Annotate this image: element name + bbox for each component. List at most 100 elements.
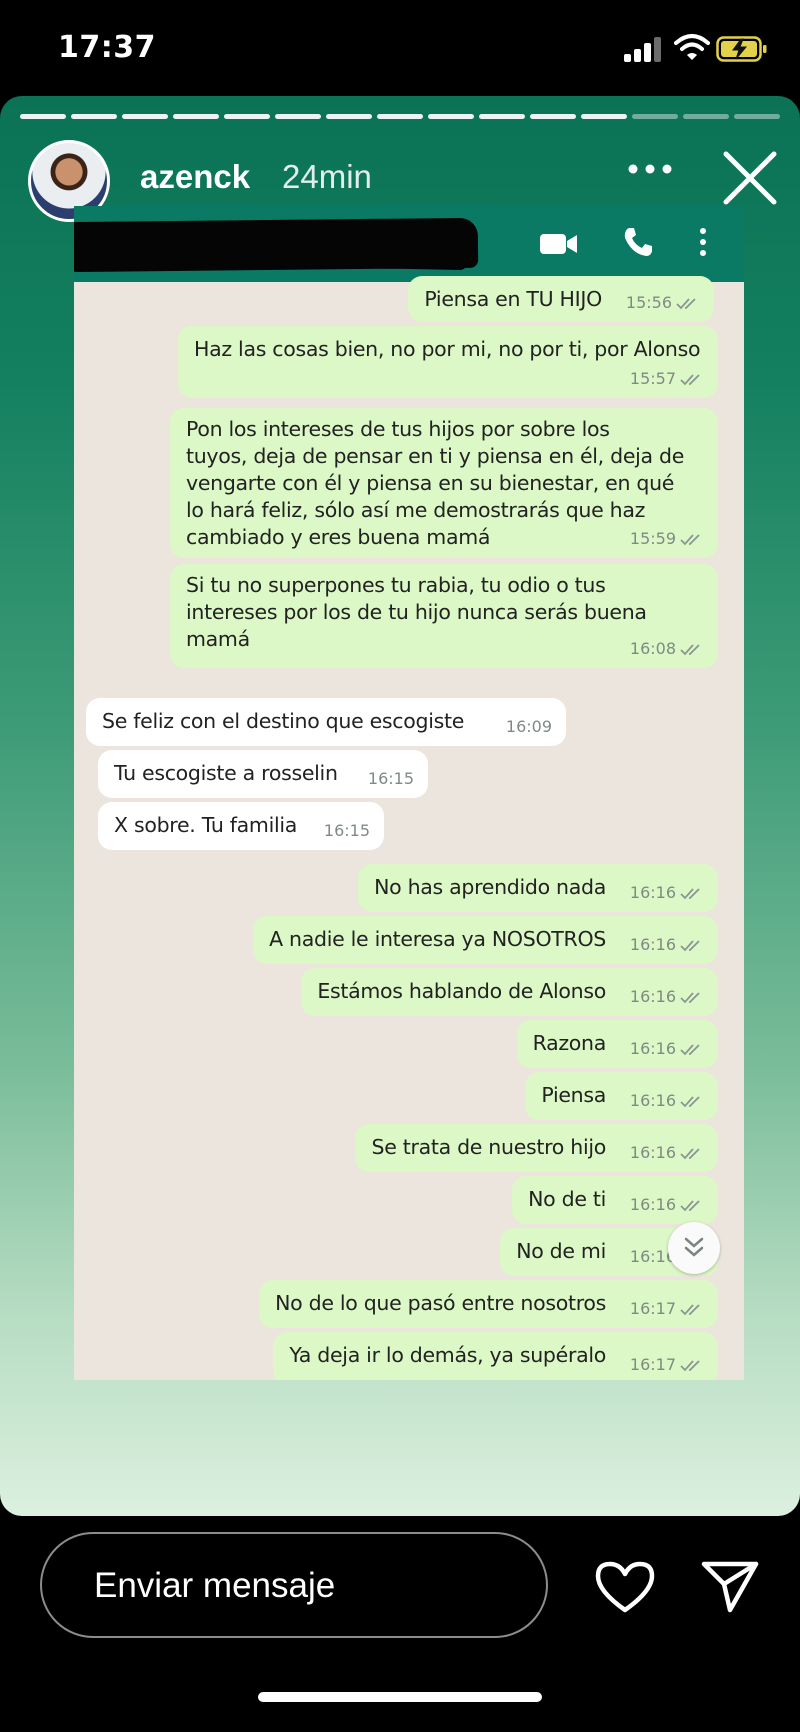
message-line: mamá [186,627,250,651]
sent-message-bubble: Se trata de nuestro hijo 16:16 [355,1124,718,1172]
read-ticks-icon [676,1091,704,1110]
story-progress-segment [122,114,168,119]
message-text: Si tu no superpones tu rabia, tu odio o … [186,572,704,653]
message-text: A nadie le interesa ya NOSOTROS [269,927,606,951]
message-timestamp: 16:09 [506,713,552,740]
heart-icon[interactable] [594,1560,656,1614]
sent-message-bubble: Si tu no superpones tu rabia, tu odio o … [170,564,718,668]
message-timestamp: 15:59 [630,525,704,552]
video-call-icon [540,234,577,254]
received-message-bubble: Se feliz con el destino que escogiste 16:… [86,698,566,746]
story-progress-segment [530,114,576,119]
battery-charging-icon [716,36,767,62]
story-progress-segment [173,114,219,119]
sent-message-bubble: Razona 16:16 [516,1020,718,1068]
story-progress-segment [20,114,66,119]
read-ticks-icon [676,1039,704,1058]
chat-screenshot: Piensa en TU HIJO 15:56 Haz las cosas bien… [74,206,744,1380]
phone-call-icon [624,228,652,256]
close-icon[interactable] [722,150,778,206]
message-text: Piensa [541,1083,606,1107]
message-time: 16:15 [367,769,414,788]
message-time: 16:16 [629,1195,676,1214]
sent-message-bubble: Pon los intereses de tus hijos por sobre… [170,408,718,558]
more-options-icon[interactable] [628,164,672,174]
message-timestamp: 15:56 [626,289,700,316]
kebab-menu-icon [700,228,708,260]
read-ticks-icon [676,1299,704,1318]
message-line: cambiado y eres buena mamá [186,525,491,549]
story-progress-segment [632,114,678,119]
message-list: Piensa en TU HIJO 15:56 Haz las cosas bien… [74,276,744,1380]
message-text: Ya deja ir lo demás, ya supéralo [289,1343,606,1367]
message-text: Pon los intereses de tus hijos por sobre… [186,416,704,551]
message-timestamp: 16:15 [324,817,370,844]
story-card[interactable]: azenck 24min Piensa en TU HIJO 15:56 Haz l… [0,96,800,1516]
message-text: Piensa en TU HIJO [424,287,602,311]
message-text: Se trata de nuestro hijo [371,1135,606,1159]
message-time: 16:16 [629,987,676,1006]
message-time: 15:59 [629,529,676,548]
story-progress-segment [377,114,423,119]
message-text: X sobre. Tu familia [114,813,298,837]
message-timestamp: 16:08 [630,635,704,662]
message-line: intereses por los de tu hijo nunca serás… [186,600,647,624]
story-progress-segment [71,114,117,119]
message-time: 16:15 [323,821,370,840]
message-line: Si tu no superpones tu rabia, tu odio o … [186,573,606,597]
chat-header [74,206,744,282]
message-line: tuyos, deja de pensar en ti y piensa en … [186,444,685,468]
story-progress-bar [20,114,780,120]
message-line: Pon los intereses de tus hijos por sobre… [186,417,610,441]
story-progress-segment [683,114,729,119]
story-progress-segment [224,114,270,119]
message-time: 16:16 [629,1039,676,1058]
sent-message-bubble: A nadie le interesa ya NOSOTROS 16:16 [253,916,718,964]
message-timestamp: 16:17 [630,1351,704,1378]
signal-icon [624,36,664,62]
read-ticks-icon [672,293,700,312]
story-username[interactable]: azenck [140,158,250,196]
message-timestamp: 16:15 [368,765,414,792]
reply-placeholder: Enviar mensaje [94,1566,336,1605]
story-progress-segment [275,114,321,119]
message-time: 16:09 [505,717,552,736]
sent-message-bubble: Estámos hablando de Alonso 16:16 [301,968,718,1016]
read-ticks-icon [676,883,704,902]
reply-message-input[interactable]: Enviar mensaje [40,1532,548,1638]
message-line: lo hará feliz, sólo así me demostrarás q… [186,498,646,522]
message-time: 15:56 [625,293,672,312]
scroll-down-button [668,1222,720,1274]
message-text: Haz las cosas bien, no por mi, no por ti… [194,337,701,361]
story-progress-segment [479,114,525,119]
read-ticks-icon [676,639,704,658]
send-icon[interactable] [700,1558,760,1614]
read-ticks-icon [676,369,704,388]
message-timestamp: 16:16 [630,983,704,1010]
home-indicator [258,1692,542,1702]
story-progress-segment [326,114,372,119]
sent-message-bubble: No has aprendido nada 16:16 [358,864,718,912]
status-bar: 17:37 [0,0,800,96]
message-time: 16:16 [629,883,676,902]
message-text: No has aprendido nada [374,875,606,899]
received-message-bubble: X sobre. Tu familia 16:15 [98,802,384,850]
message-timestamp: 16:16 [630,879,704,906]
double-chevron-down-icon [684,1237,704,1257]
sent-message-bubble: No de lo que pasó entre nosotros 16:17 [259,1280,718,1328]
read-ticks-icon [676,935,704,954]
read-ticks-icon [676,1355,704,1374]
wifi-icon [674,34,710,60]
message-timestamp: 16:16 [630,931,704,958]
message-text: Se feliz con el destino que escogiste [102,709,465,733]
message-time: 16:16 [629,935,676,954]
sent-message-bubble: Piensa en TU HIJO 15:56 [408,276,714,322]
sent-message-bubble: Ya deja ir lo demás, ya supéralo 16:17 [273,1332,718,1380]
message-time: 16:17 [629,1355,676,1374]
message-time: 16:08 [629,639,676,658]
message-timestamp: 16:16 [630,1139,704,1166]
message-timestamp: 16:16 [630,1191,704,1218]
story-progress-segment [581,114,627,119]
read-ticks-icon [676,1195,704,1214]
sent-message-bubble: Haz las cosas bien, no por mi, no por ti… [178,326,718,398]
